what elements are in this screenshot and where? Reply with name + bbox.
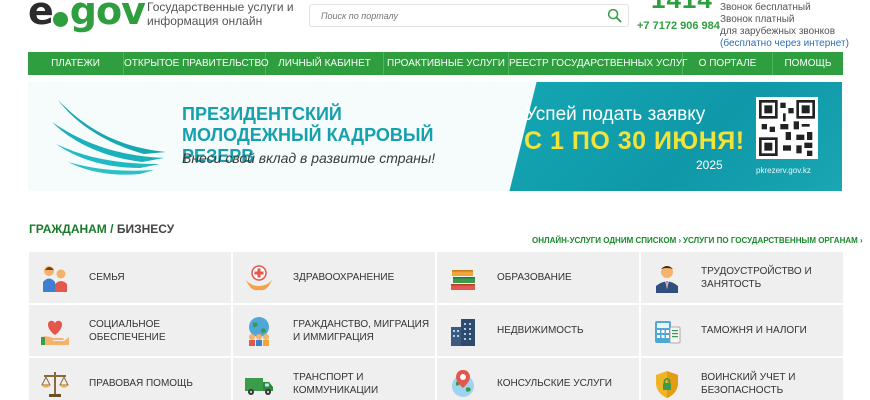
truck-icon: [245, 378, 273, 395]
category-label: ТАМОЖНЯ И НАЛОГИ: [701, 325, 807, 336]
header: e gov Государственные услуги и информаци…: [0, 0, 870, 52]
category-legal-aid[interactable]: ПРАВОВАЯ ПОМОЩЬ: [29, 358, 231, 400]
nav-services-registry[interactable]: РЕЕСТР ГОСУДАРСТВЕННЫХ УСЛУГ: [509, 52, 688, 75]
search-icon[interactable]: [607, 8, 622, 23]
main-nav: ПЛАТЕЖИ ОТКРЫТОЕ ПРАВИТЕЛЬСТВО ЛИЧНЫЙ КА…: [28, 52, 843, 75]
map-pin-icon: [452, 370, 474, 397]
books-icon: [451, 270, 475, 290]
paid-phone-number[interactable]: +7 7172 906 984: [637, 20, 720, 32]
tab-citizens[interactable]: ГРАЖДАНАМ: [29, 222, 107, 236]
banner-dates: С 1 ПО 30 ИЮНЯ!: [524, 127, 745, 155]
online-services-list-link[interactable]: ОНЛАЙН-УСЛУГИ ОДНИМ СПИСКОМ ›: [532, 236, 681, 245]
promo-banner[interactable]: ПРЕЗИДЕНТСКИЙ МОЛОДЕЖНЫЙ КАДРОВЫЙ РЕЗЕРВ…: [28, 82, 842, 191]
category-transport[interactable]: ТРАНСПОРТ И КОММУНИКАЦИИ: [233, 358, 435, 400]
category-label: КОНСУЛЬСКИЕ УСЛУГИ: [497, 378, 612, 389]
call-foreign-label: для зарубежных звонков: [720, 26, 836, 37]
category-consular[interactable]: КОНСУЛЬСКИЕ УСЛУГИ: [437, 358, 639, 400]
category-label: ВОИНСКИЙ УЧЕТ И БЕЗОПАСНОСТЬ: [701, 371, 796, 396]
globe-people-icon: [249, 317, 269, 346]
nav-proactive-services[interactable]: ПРОАКТИВНЫЕ УСЛУГИ: [384, 52, 509, 75]
shield-icon: [656, 371, 678, 398]
logo-gov: gov: [69, 0, 146, 33]
logo-e: e: [28, 0, 54, 33]
calculator-icon: [655, 321, 681, 344]
egov-logo[interactable]: e gov: [28, 0, 146, 36]
search-box: [309, 4, 629, 27]
nav-personal-cabinet[interactable]: ЛИЧНЫЙ КАБИНЕТ: [266, 52, 384, 75]
family-icon: [43, 266, 67, 292]
wing-logo-icon: [52, 100, 166, 175]
category-education[interactable]: ОБРАЗОВАНИЕ: [437, 252, 639, 303]
category-customs-taxes[interactable]: ТАМОЖНЯ И НАЛОГИ: [641, 305, 843, 356]
tab-separator: /: [106, 222, 117, 236]
category-label: ТРАНСПОРТ И КОММУНИКАЦИИ: [293, 371, 379, 396]
logo-dot: [52, 12, 68, 27]
banner-url: pkrezerv.gov.kz: [756, 166, 811, 175]
nav-about[interactable]: О ПОРТАЛЕ: [683, 52, 773, 75]
nav-payments[interactable]: ПЛАТЕЖИ: [28, 52, 124, 75]
nav-open-government[interactable]: ОТКРЫТОЕ ПРАВИТЕЛЬСТВО: [124, 52, 269, 75]
nav-help[interactable]: ПОМОЩЬ: [773, 52, 843, 75]
category-label: ПРАВОВАЯ ПОМОЩЬ: [89, 378, 193, 389]
category-real-estate[interactable]: НЕДВИЖИМОСТЬ: [437, 305, 639, 356]
category-citizenship-migration[interactable]: ГРАЖДАНСТВО, МИГРАЦИЯ И ИММИГРАЦИЯ: [233, 305, 435, 356]
call-free-label: Звонок бесплатный: [720, 2, 811, 13]
health-icon: [246, 265, 272, 291]
category-label: СОЦИАЛЬНОЕ ОБЕСПЕЧЕНИЕ: [89, 318, 166, 343]
category-family[interactable]: СЕМЬЯ: [29, 252, 231, 303]
category-label: ТРУДОУСТРОЙСТВО И ЗАНЯТОСТЬ: [701, 265, 812, 290]
call-paid-label: Звонок платный: [720, 14, 795, 25]
buildings-icon: [451, 319, 475, 346]
services-by-agency-link[interactable]: УСЛУГИ ПО ГОСУДАРСТВЕННЫМ ОРГАНАМ ›: [683, 236, 863, 245]
category-healthcare[interactable]: ЗДРАВООХРАНЕНИЕ: [233, 252, 435, 303]
scales-icon: [41, 372, 69, 397]
call-info: Звонок бесплатный Звонок платный для зар…: [720, 2, 870, 50]
category-social-security[interactable]: СОЦИАЛЬНОЕ ОБЕСПЕЧЕНИЕ: [29, 305, 231, 356]
search-input[interactable]: [310, 5, 600, 26]
category-military-security[interactable]: ВОИНСКИЙ УЧЕТ И БЕЗОПАСНОСТЬ: [641, 358, 843, 400]
tab-business[interactable]: БИЗНЕСУ: [117, 222, 174, 236]
banner-subtitle: Внеси свой вклад в развитие страны!: [182, 150, 436, 166]
category-label: СЕМЬЯ: [89, 272, 125, 283]
worker-icon: [656, 266, 678, 293]
category-grid: СЕМЬЯ ЗДРАВООХРАНЕНИЕ ОБРАЗОВАНИЕ ТРУДОУ…: [29, 252, 843, 400]
heart-hand-icon: [41, 320, 69, 345]
site-tagline: Государственные услуги и информация онла…: [147, 0, 294, 28]
category-label: ОБРАЗОВАНИЕ: [497, 272, 572, 283]
category-label: ГРАЖДАНСТВО, МИГРАЦИЯ И ИММИГРАЦИЯ: [293, 318, 430, 343]
category-label: ЗДРАВООХРАНЕНИЕ: [293, 272, 395, 283]
category-employment[interactable]: ТРУДОУСТРОЙСТВО И ЗАНЯТОСТЬ: [641, 252, 843, 303]
hotline-number[interactable]: 1414: [651, 0, 713, 12]
qr-code-icon: [756, 97, 818, 159]
category-label: НЕДВИЖИМОСТЬ: [497, 325, 584, 336]
call-internet-link[interactable]: (бесплатно через интернет): [720, 38, 870, 50]
banner-apply-text: Успей подать заявку: [525, 104, 706, 125]
section-title: ГРАЖДАНАМ / БИЗНЕСУ: [29, 222, 174, 236]
banner-year: 2025: [696, 158, 723, 172]
